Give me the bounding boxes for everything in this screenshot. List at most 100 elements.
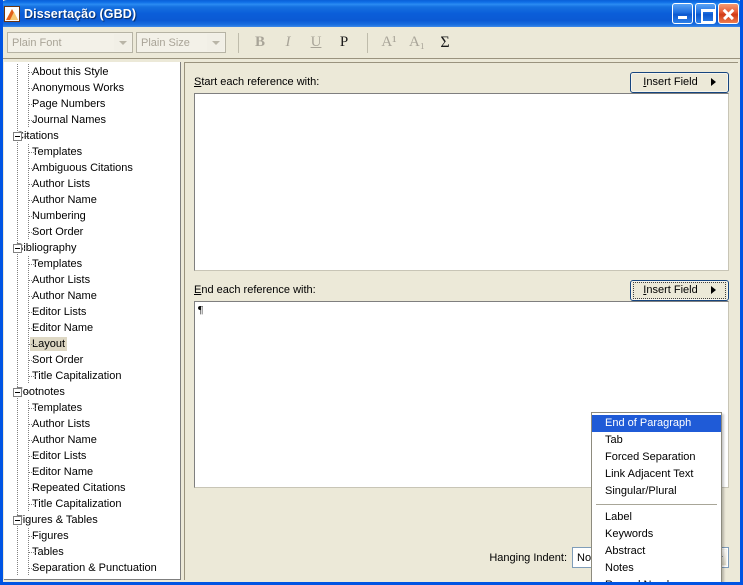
sidebar-item-label: Sort Order (32, 226, 84, 238)
tree-guide-line (29, 536, 36, 537)
collapse-toggle-icon[interactable] (13, 132, 22, 141)
tree-indent-guide (4, 128, 30, 144)
end-section-header: End each reference with: Insert Field (194, 279, 729, 301)
menu-item-tab[interactable]: Tab (592, 432, 721, 449)
symbol-button[interactable]: Σ (431, 31, 459, 55)
sidebar-item-author-lists[interactable]: Author Lists (4, 176, 180, 192)
font-family-select[interactable]: Plain Font (7, 32, 133, 53)
subscript-button[interactable]: A₁ (403, 31, 431, 55)
sidebar-item-ambiguous-citations[interactable]: Ambiguous Citations (4, 160, 180, 176)
insert-field-menu[interactable]: End of Paragraph Tab Forced Separation Link… (591, 412, 722, 582)
menu-item-record-number[interactable]: Record Number (592, 577, 721, 582)
start-each-reference-label: Start each reference with: (194, 76, 320, 88)
menu-item-singular-plural[interactable]: Singular/Plural (592, 483, 721, 500)
sidebar-item-templates[interactable]: Templates (4, 144, 180, 160)
sidebar-item-label: Anonymous Works (32, 82, 125, 94)
sidebar-item-figures-tables[interactable]: Figures & Tables (4, 512, 180, 528)
sidebar-item-author-lists[interactable]: Author Lists (4, 272, 180, 288)
sidebar-item-editor-name[interactable]: Editor Name (4, 320, 180, 336)
chevron-down-icon (114, 34, 131, 51)
sidebar-item-templates[interactable]: Templates (4, 256, 180, 272)
bold-button[interactable]: B (246, 31, 274, 55)
tree-guide-line (29, 424, 36, 425)
sidebar-item-citations[interactable]: Citations (4, 128, 180, 144)
sidebar-item-title-capitalization[interactable]: Title Capitalization (4, 496, 180, 512)
tree-indent-guide (4, 64, 36, 80)
tree-indent-guide (4, 384, 30, 400)
tree-indent-guide (4, 448, 36, 464)
style-navigation-tree[interactable]: About this Style Anonymous Works Page Numb… (4, 62, 181, 580)
sidebar-item-author-name[interactable]: Author Name (4, 432, 180, 448)
collapse-toggle-icon[interactable] (13, 388, 22, 397)
sidebar-item-repeated-citations[interactable]: Repeated Citations (4, 480, 180, 496)
menu-item-end-of-paragraph[interactable]: End of Paragraph (592, 415, 721, 432)
start-reference-textarea[interactable] (194, 93, 729, 271)
tree-guide-line (29, 568, 36, 569)
sidebar-item-editor-lists[interactable]: Editor Lists (4, 304, 180, 320)
tree-indent-guide (4, 160, 36, 176)
insert-field-label: Insert Field (643, 284, 698, 296)
tree-indent-guide (4, 304, 36, 320)
sidebar-item-separation-punctuation[interactable]: Separation & Punctuation (4, 560, 180, 576)
sidebar-item-sort-order[interactable]: Sort Order (4, 352, 180, 368)
menu-item-forced-separation[interactable]: Forced Separation (592, 449, 721, 466)
sidebar-item-sort-order[interactable]: Sort Order (4, 224, 180, 240)
tree-indent-guide (4, 432, 36, 448)
tree-guide-line (29, 408, 36, 409)
sidebar-item-journal-names[interactable]: Journal Names (4, 112, 180, 128)
sidebar-item-layout[interactable]: Layout (4, 336, 180, 352)
plain-button[interactable]: P (330, 31, 358, 55)
sidebar-item-author-name[interactable]: Author Name (4, 192, 180, 208)
sidebar-item-footnotes[interactable]: Footnotes (4, 384, 180, 400)
italic-button[interactable]: I (274, 31, 302, 55)
menu-item-label[interactable]: Label (592, 509, 721, 526)
font-size-select[interactable]: Plain Size (136, 32, 226, 53)
sidebar-item-editor-lists[interactable]: Editor Lists (4, 448, 180, 464)
sidebar-item-bibliography[interactable]: Bibliography (4, 240, 180, 256)
close-button[interactable] (718, 3, 739, 24)
formatting-toolbar: Plain Font Plain Size B I U P A¹ A₁ Σ (3, 27, 740, 59)
collapse-toggle-icon[interactable] (13, 244, 22, 253)
menu-item-keywords[interactable]: Keywords (592, 526, 721, 543)
maximize-button[interactable] (695, 3, 716, 24)
tree-indent-guide (4, 192, 36, 208)
window-controls (672, 3, 739, 24)
sidebar-item-author-lists[interactable]: Author Lists (4, 416, 180, 432)
triangle-right-icon (710, 286, 716, 294)
insert-field-button-start[interactable]: Insert Field (630, 71, 729, 93)
sidebar-item-templates[interactable]: Templates (4, 400, 180, 416)
sidebar-item-about-this-style[interactable]: About this Style (4, 64, 180, 80)
sidebar-item-figures[interactable]: Figures (4, 528, 180, 544)
minimize-button[interactable] (672, 3, 693, 24)
menu-item-notes[interactable]: Notes (592, 560, 721, 577)
sidebar-item-numbering[interactable]: Numbering (4, 208, 180, 224)
collapse-toggle-icon[interactable] (13, 516, 22, 525)
sidebar-item-page-numbers[interactable]: Page Numbers (4, 96, 180, 112)
sidebar-item-editor-name[interactable]: Editor Name (4, 464, 180, 480)
sidebar-item-author-name[interactable]: Author Name (4, 288, 180, 304)
title-bar[interactable]: Dissertação (GBD) (3, 0, 740, 27)
sidebar-item-label: Editor Lists (32, 306, 87, 318)
menu-item-abstract[interactable]: Abstract (592, 543, 721, 560)
tree-guide-line (24, 392, 30, 393)
insert-field-button-end[interactable]: Insert Field (630, 279, 729, 301)
tree-guide-line (24, 520, 30, 521)
tree-indent-guide (4, 176, 36, 192)
sidebar-item-label: Editor Name (32, 322, 94, 334)
superscript-button[interactable]: A¹ (375, 31, 403, 55)
menu-item-link-adjacent-text[interactable]: Link Adjacent Text (592, 466, 721, 483)
font-family-value: Plain Font (12, 36, 62, 49)
application-window: Dissertação (GBD) Plain Font Plain Size … (0, 0, 743, 585)
underline-button[interactable]: U (302, 31, 330, 55)
sidebar-item-anonymous-works[interactable]: Anonymous Works (4, 80, 180, 96)
tree-indent-guide (4, 400, 36, 416)
sidebar-item-title-capitalization[interactable]: Title Capitalization (4, 368, 180, 384)
tree-guide-line (29, 344, 36, 345)
tree-guide-line (29, 440, 36, 441)
tree-guide-line (29, 360, 36, 361)
sidebar-item-label: Templates (32, 402, 83, 414)
tree-indent-guide (4, 96, 36, 112)
tree-guide-line (29, 120, 36, 121)
sidebar-item-tables[interactable]: Tables (4, 544, 180, 560)
sidebar-item-label: Author Name (32, 290, 97, 302)
